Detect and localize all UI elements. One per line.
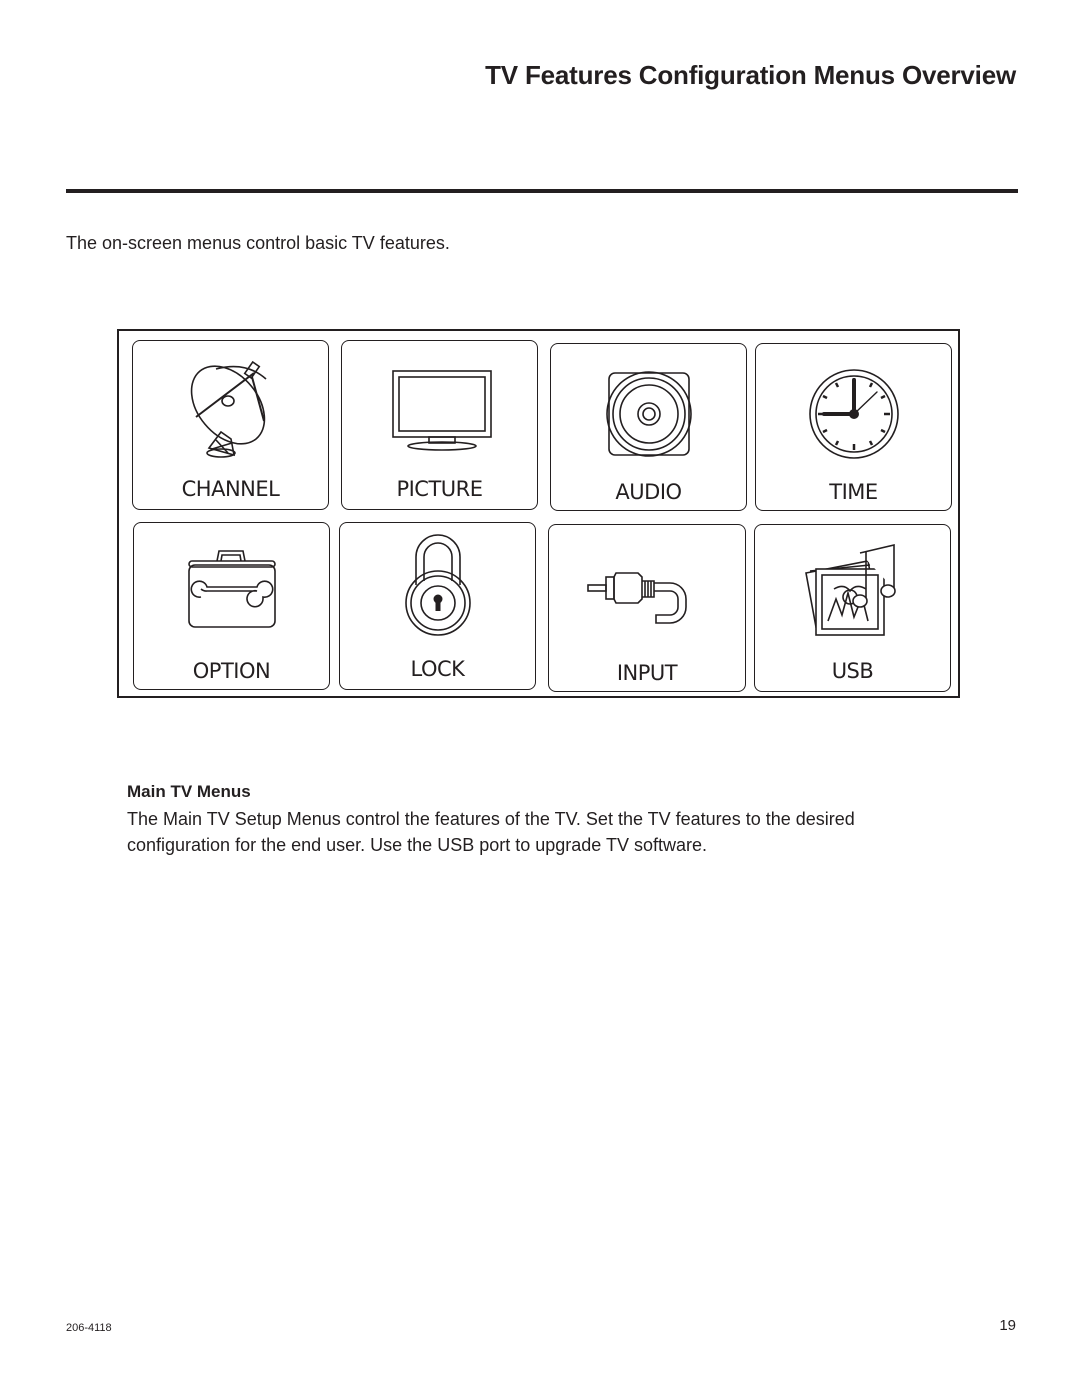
menu-tile-time[interactable]: TIME: [755, 343, 952, 511]
menu-tile-picture[interactable]: PICTURE: [341, 340, 538, 510]
tv-monitor-icon: [391, 370, 492, 451]
menu-tile-label: TIME: [829, 480, 878, 504]
menu-tile-option[interactable]: OPTION: [133, 522, 330, 690]
menu-tile-label: USB: [831, 659, 874, 683]
intro-text: The on-screen menus control basic TV fea…: [66, 233, 450, 253]
menu-tile-label: AUDIO: [615, 480, 682, 504]
toolbox-wrench-icon: [187, 550, 276, 628]
menu-tile-input[interactable]: INPUT: [548, 524, 746, 692]
menu-tile-lock[interactable]: LOCK: [339, 522, 536, 690]
section-body-text: The Main TV Setup Menus control the feat…: [127, 809, 855, 855]
menu-tile-channel[interactable]: CHANNEL: [132, 340, 329, 510]
page-number: 19: [999, 1317, 1016, 1334]
menu-tile-label: INPUT: [616, 661, 678, 685]
menu-tile-label: PICTURE: [396, 477, 483, 501]
padlock-icon: [404, 534, 471, 636]
menu-tile-label: CHANNEL: [181, 477, 280, 501]
speaker-icon: [605, 371, 692, 457]
menu-tile-label: LOCK: [410, 657, 465, 681]
menu-tile-usb[interactable]: USB: [754, 524, 951, 692]
menu-tile-audio[interactable]: AUDIO: [550, 343, 747, 511]
title-divider: [66, 189, 1018, 193]
main-menu-panel: CHANNEL PICTURE AUDIO TIME OPTION LOCK I…: [117, 329, 960, 698]
menu-tile-label: OPTION: [192, 659, 271, 683]
satellite-dish-icon: [190, 360, 267, 458]
rca-cable-icon: [587, 572, 687, 624]
photo-music-icon: [804, 543, 896, 636]
document-code: 206-4118: [66, 1322, 112, 1334]
page-title: TV Features Configuration Menus Overview: [485, 60, 1016, 90]
section-heading: Main TV Menus: [127, 782, 251, 801]
clock-icon: [808, 369, 899, 459]
